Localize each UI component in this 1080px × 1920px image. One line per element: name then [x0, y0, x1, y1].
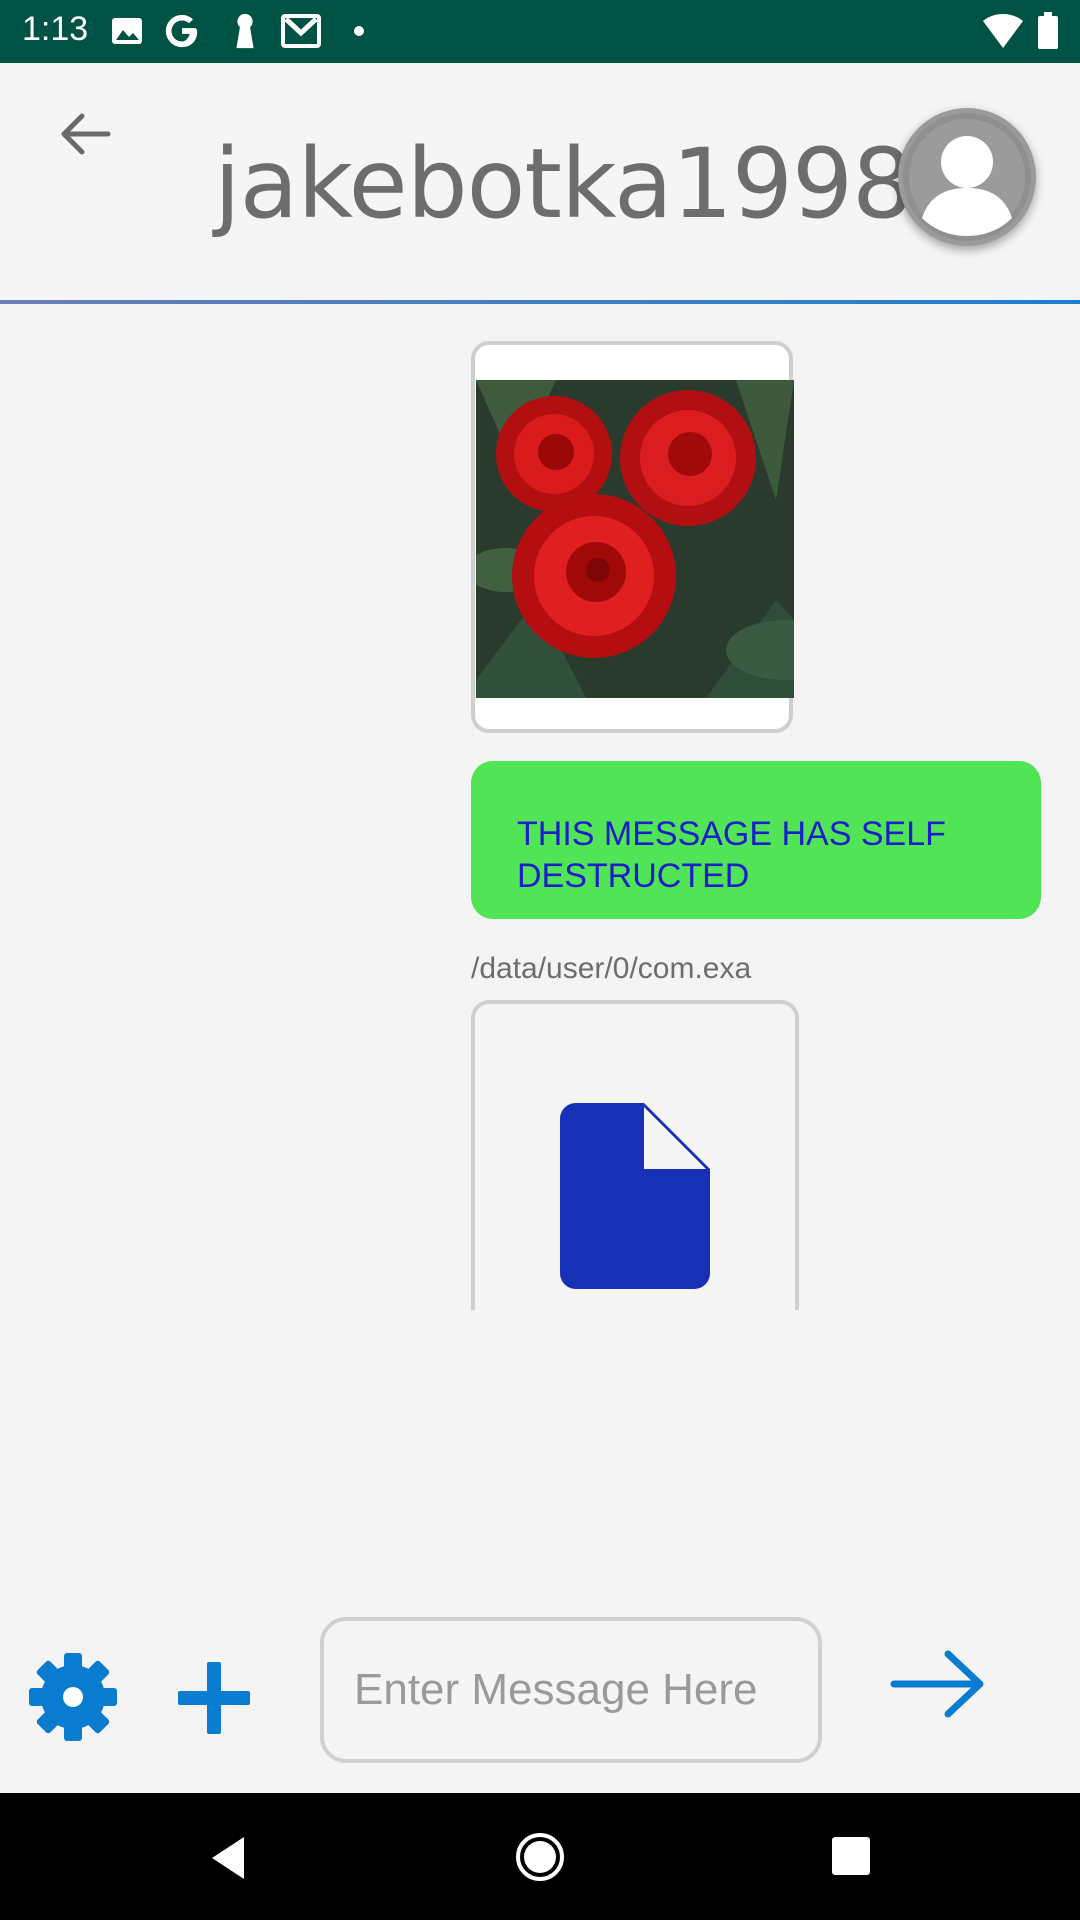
arrow-back-icon[interactable] [48, 98, 120, 170]
file-icon[interactable] [560, 1103, 710, 1289]
navigation-bar [0, 1793, 1080, 1920]
avatar[interactable] [898, 108, 1036, 246]
plus-icon[interactable] [176, 1660, 252, 1736]
nav-home-icon[interactable] [514, 1831, 566, 1883]
image-icon [112, 18, 142, 44]
user-avatar-icon [903, 113, 1031, 241]
arrow-forward-icon[interactable] [890, 1648, 990, 1720]
gear-icon[interactable] [28, 1652, 118, 1742]
image-attachment[interactable] [476, 380, 794, 698]
battery-icon [1038, 12, 1058, 49]
message-input[interactable] [320, 1617, 822, 1763]
google-g-icon [165, 14, 198, 48]
status-time: 1:13 [22, 10, 89, 48]
nav-back-icon[interactable] [204, 1833, 254, 1883]
nav-recents-icon[interactable] [830, 1835, 872, 1877]
file-path-label: /data/user/0/com.exa [471, 952, 752, 985]
message-bubble[interactable]: THIS MESSAGE HAS SELF DESTRUCTED [471, 761, 1041, 919]
page-title: jakebotka1998 [214, 128, 913, 240]
keyhole-icon [236, 13, 254, 49]
gmail-icon [281, 14, 321, 48]
header-divider [0, 300, 1080, 304]
dot-icon [354, 26, 364, 36]
message-text: THIS MESSAGE HAS SELF DESTRUCTED [517, 815, 946, 895]
wifi-icon [983, 14, 1023, 48]
